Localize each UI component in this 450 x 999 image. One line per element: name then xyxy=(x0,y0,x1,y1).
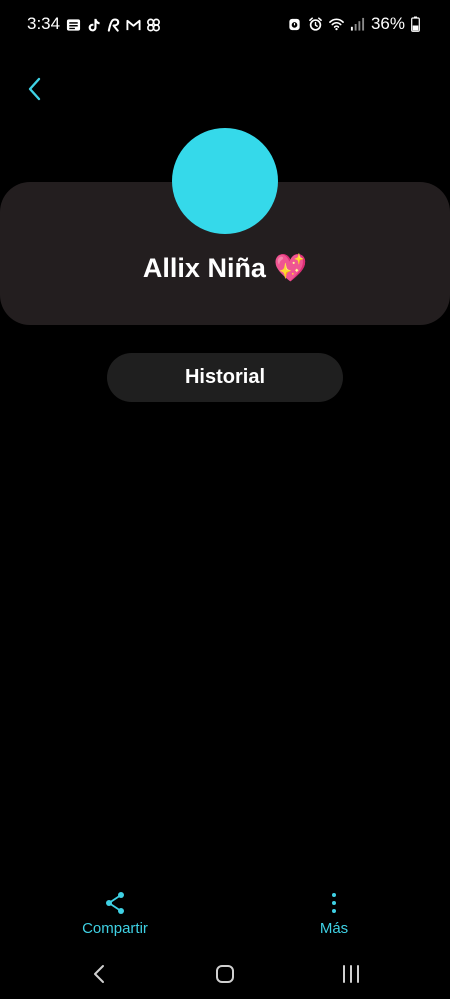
more-button[interactable]: Más xyxy=(300,890,368,937)
nav-home-button[interactable] xyxy=(213,962,237,986)
more-label: Más xyxy=(319,920,349,937)
battery-icon xyxy=(411,16,420,32)
gmail-icon xyxy=(126,19,141,31)
nav-back-button[interactable] xyxy=(88,962,112,986)
signal-icon xyxy=(350,17,365,31)
status-bar: 3:34 36% xyxy=(0,0,450,50)
nav-recents-icon xyxy=(343,965,359,983)
history-button[interactable]: Historial xyxy=(107,353,343,402)
alarm-icon xyxy=(309,17,322,31)
more-vertical-icon xyxy=(332,893,336,913)
navigation-bar xyxy=(0,950,450,999)
wifi-icon xyxy=(329,18,344,31)
alarm-clock-icon xyxy=(289,18,300,31)
r-app-icon xyxy=(107,18,120,32)
news-icon xyxy=(66,19,81,31)
share-icon xyxy=(106,892,124,914)
contact-name: Allix Niña 💖 xyxy=(142,253,308,283)
share-button[interactable]: Compartir xyxy=(72,890,158,937)
tiktok-icon xyxy=(88,18,100,32)
notification-icons xyxy=(66,16,161,34)
battery-percent: 36% xyxy=(370,14,405,33)
pinwheel-icon xyxy=(147,18,160,32)
avatar xyxy=(172,128,278,234)
chevron-left-icon xyxy=(28,77,41,101)
status-time: 3:34 xyxy=(27,14,61,33)
nav-home-icon xyxy=(216,965,234,983)
nav-recents-button[interactable] xyxy=(339,962,363,986)
back-button[interactable] xyxy=(22,74,50,104)
system-icons: 36% xyxy=(287,14,420,34)
nav-back-icon xyxy=(94,965,104,983)
share-label: Compartir xyxy=(82,920,148,937)
